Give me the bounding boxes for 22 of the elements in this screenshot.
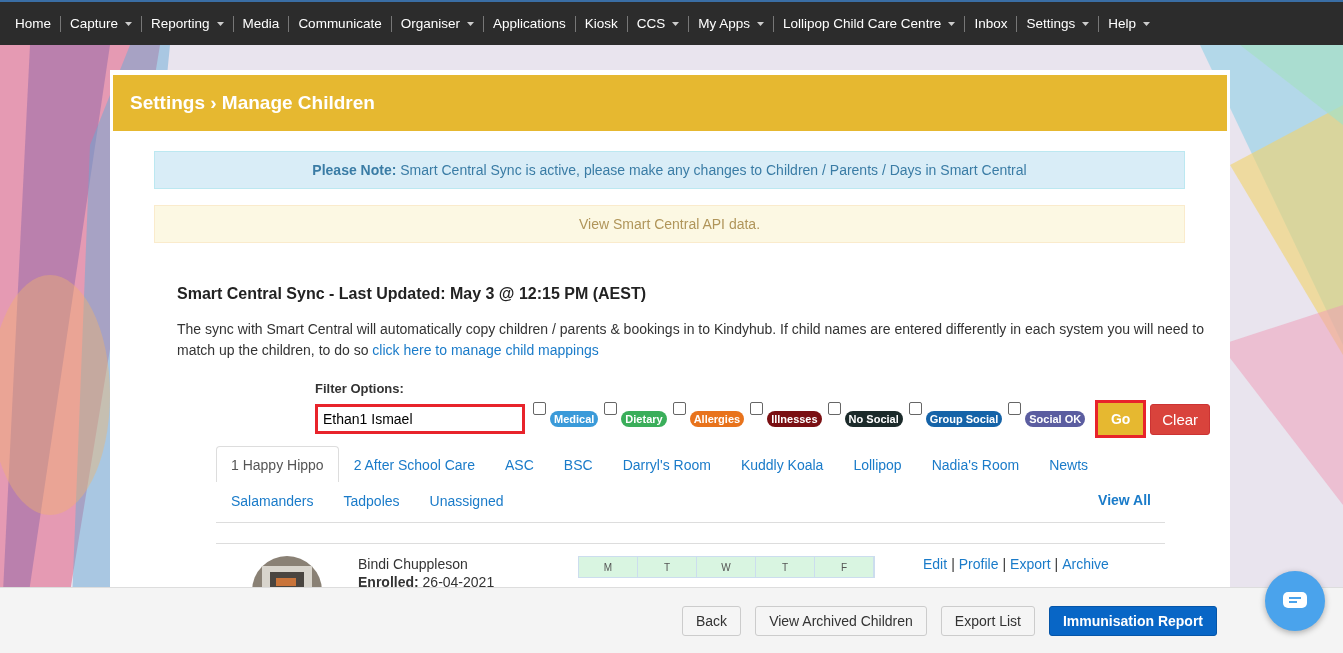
caret-icon	[1082, 21, 1090, 26]
nav-item[interactable]: Lollipop Child Care Centre	[774, 16, 965, 31]
nav-item[interactable]: Organiser	[391, 16, 483, 31]
caret-icon	[125, 21, 133, 26]
caret-icon	[757, 21, 765, 26]
caret-icon	[672, 21, 680, 26]
nav-item[interactable]: Applications	[483, 16, 575, 31]
nav-item[interactable]: My Apps	[689, 16, 774, 31]
nav-item[interactable]: CCS	[627, 16, 689, 31]
nav-item[interactable]: Help	[1099, 16, 1159, 31]
nav-item[interactable]: Inbox	[965, 16, 1017, 31]
caret-icon	[948, 21, 956, 26]
nav-item[interactable]: Media	[233, 16, 289, 31]
nav-item[interactable]: Reporting	[142, 16, 233, 31]
caret-icon	[466, 21, 474, 26]
caret-icon	[216, 21, 224, 26]
nav-item[interactable]: Home	[6, 16, 60, 31]
nav-item[interactable]: Communicate	[289, 16, 391, 31]
nav-item[interactable]: Capture	[61, 16, 142, 31]
nav-item[interactable]: Kiosk	[575, 16, 627, 31]
nav-item[interactable]: Settings	[1017, 16, 1099, 31]
caret-icon	[1142, 21, 1150, 26]
